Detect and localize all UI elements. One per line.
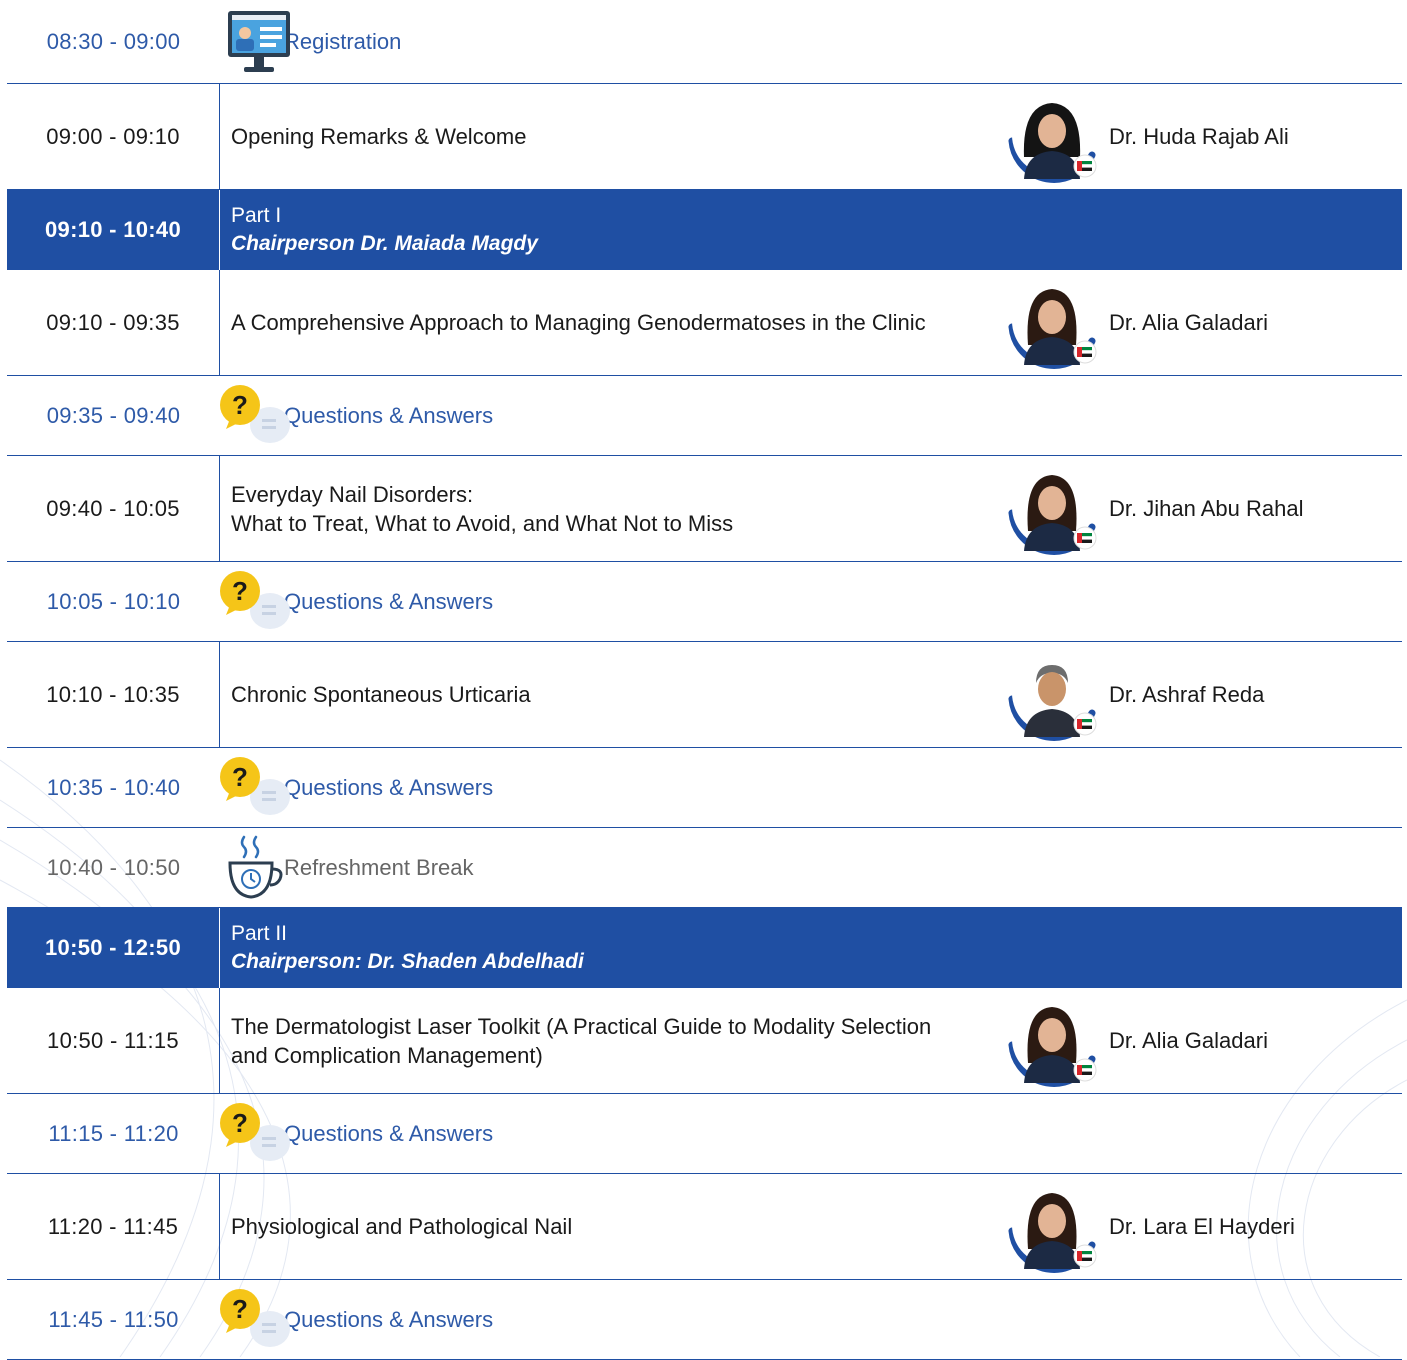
- session-title-line: Chronic Spontaneous Urticaria: [231, 682, 531, 707]
- speaker-name: Dr. Alia Galadari: [1109, 1027, 1268, 1053]
- question-bubble-icon: ?: [220, 381, 298, 451]
- session-title-line: and Complication Management): [231, 1042, 543, 1068]
- session-row: 10:50 - 11:15 The Dermatologist Laser To…: [7, 988, 1402, 1094]
- speaker-name: Dr. Lara El Hayderi: [1109, 1213, 1295, 1239]
- session-title-line: The Dermatologist Laser Toolkit (A Pract…: [231, 1013, 932, 1039]
- speaker-photo: [1002, 273, 1102, 373]
- svg-text:?: ?: [232, 390, 248, 420]
- agenda-schedule: 08:30 - 09:00 Registration 09:00 - 09:10…: [7, 0, 1402, 1360]
- speaker: Dr. Alia Galadari: [1002, 988, 1402, 1093]
- qa-label: Questions & Answers: [284, 774, 494, 800]
- speaker-photo: [1002, 1177, 1102, 1277]
- question-bubble-icon: ?: [220, 1099, 298, 1169]
- speaker-photo: [1002, 87, 1102, 187]
- registration-row: 08:30 - 09:00 Registration: [7, 0, 1402, 84]
- qa-time: 11:45 - 11:50: [48, 1306, 179, 1332]
- speaker-name: Dr. Alia Galadari: [1109, 309, 1268, 335]
- question-bubble-icon: ?: [220, 1285, 298, 1355]
- chairperson: Chairperson: Dr. Shaden Abdelhadi: [231, 950, 584, 973]
- speaker-name: Dr. Ashraf Reda: [1109, 681, 1265, 707]
- speaker-name: Dr. Huda Rajab Ali: [1109, 123, 1289, 149]
- break-time: 10:40 - 10:50: [46, 854, 181, 880]
- part-title: Part I Chairperson Dr. Maiada Magdy: [220, 190, 538, 270]
- qa-label: Questions & Answers: [284, 402, 494, 428]
- session-title-line: A Comprehensive Approach to Managing Gen…: [231, 310, 926, 335]
- qa-row: 09:35 - 09:40 ? Questions & Answers: [7, 376, 1402, 456]
- session-title: A Comprehensive Approach to Managing Gen…: [220, 270, 1002, 375]
- session-row: 11:20 - 11:45 Physiological and Patholog…: [7, 1174, 1402, 1280]
- session-title: Physiological and Pathological Nail: [220, 1174, 1002, 1279]
- session-row: 09:10 - 09:35 A Comprehensive Approach t…: [7, 270, 1402, 376]
- session-time: 10:10 - 10:35: [7, 642, 220, 747]
- registration-time: 08:30 - 09:00: [46, 28, 181, 54]
- session-title-line: Opening Remarks & Welcome: [231, 124, 527, 149]
- qa-time: 10:05 - 10:10: [46, 588, 181, 614]
- break-row: 10:40 - 10:50 Refreshment Break: [7, 828, 1402, 908]
- speaker-photo: [1002, 459, 1102, 559]
- session-title: Chronic Spontaneous Urticaria: [220, 642, 1002, 747]
- question-bubble-icon: ?: [220, 567, 298, 637]
- qa-label: Questions & Answers: [284, 1120, 494, 1146]
- session-title-line: What to Treat, What to Avoid, and What N…: [231, 510, 734, 536]
- question-bubble-icon: ?: [220, 753, 298, 823]
- qa-row: 11:45 - 11:50 ? Questions & Answers: [7, 1280, 1402, 1360]
- speaker: Dr. Lara El Hayderi: [1002, 1174, 1402, 1279]
- registration-label: Registration: [284, 28, 402, 54]
- session-title-line: Physiological and Pathological Nail: [231, 1214, 573, 1239]
- qa-row: 11:15 - 11:20 ? Questions & Answers: [7, 1094, 1402, 1174]
- qa-time: 11:15 - 11:20: [48, 1120, 179, 1146]
- qa-label: Questions & Answers: [284, 1306, 494, 1332]
- svg-text:?: ?: [232, 1294, 248, 1324]
- speaker: Dr. Jihan Abu Rahal: [1002, 456, 1402, 561]
- qa-time: 10:35 - 10:40: [46, 774, 181, 800]
- session-time: 10:50 - 11:15: [7, 988, 220, 1093]
- part-title: Part II Chairperson: Dr. Shaden Abdelhad…: [220, 908, 584, 988]
- speaker-name: Dr. Jihan Abu Rahal: [1109, 495, 1304, 521]
- qa-time: 09:35 - 09:40: [46, 402, 181, 428]
- qa-label: Questions & Answers: [284, 588, 494, 614]
- speaker-photo: [1002, 645, 1102, 745]
- part-label: Part I: [231, 204, 282, 227]
- speaker: Dr. Huda Rajab Ali: [1002, 84, 1402, 189]
- part-header-row: 09:10 - 10:40 Part I Chairperson Dr. Mai…: [7, 190, 1402, 270]
- speaker: Dr. Alia Galadari: [1002, 270, 1402, 375]
- svg-text:?: ?: [232, 576, 248, 606]
- session-time: 09:00 - 09:10: [7, 84, 220, 189]
- session-title: Everyday Nail Disorders: What to Treat, W…: [220, 456, 1002, 561]
- speaker-photo: [1002, 991, 1102, 1091]
- session-title: Opening Remarks & Welcome: [220, 84, 1002, 189]
- session-time: 09:40 - 10:05: [7, 456, 220, 561]
- session-row: 10:10 - 10:35 Chronic Spontaneous Urtica…: [7, 642, 1402, 748]
- session-title-line: Everyday Nail Disorders:: [231, 481, 474, 507]
- svg-text:?: ?: [232, 1108, 248, 1138]
- qa-row: 10:05 - 10:10 ? Questions & Answers: [7, 562, 1402, 642]
- part-label: Part II: [231, 922, 288, 945]
- part-time: 10:50 - 12:50: [7, 908, 220, 988]
- part-header-row: 10:50 - 12:50 Part II Chairperson: Dr. S…: [7, 908, 1402, 988]
- session-time: 11:20 - 11:45: [7, 1174, 220, 1279]
- coffee-cup-icon: [220, 833, 298, 903]
- session-row: 09:40 - 10:05 Everyday Nail Disorders: Wh…: [7, 456, 1402, 562]
- svg-text:?: ?: [232, 762, 248, 792]
- break-label: Refreshment Break: [284, 854, 474, 880]
- speaker: Dr. Ashraf Reda: [1002, 642, 1402, 747]
- part-time: 09:10 - 10:40: [7, 190, 220, 270]
- session-row: 09:00 - 09:10 Opening Remarks & Welcome …: [7, 84, 1402, 190]
- chairperson: Chairperson Dr. Maiada Magdy: [231, 232, 538, 255]
- session-time: 09:10 - 09:35: [7, 270, 220, 375]
- qa-row: 10:35 - 10:40 ? Questions & Answers: [7, 748, 1402, 828]
- session-title: The Dermatologist Laser Toolkit (A Pract…: [220, 988, 1002, 1093]
- computer-registration-icon: [220, 7, 298, 77]
